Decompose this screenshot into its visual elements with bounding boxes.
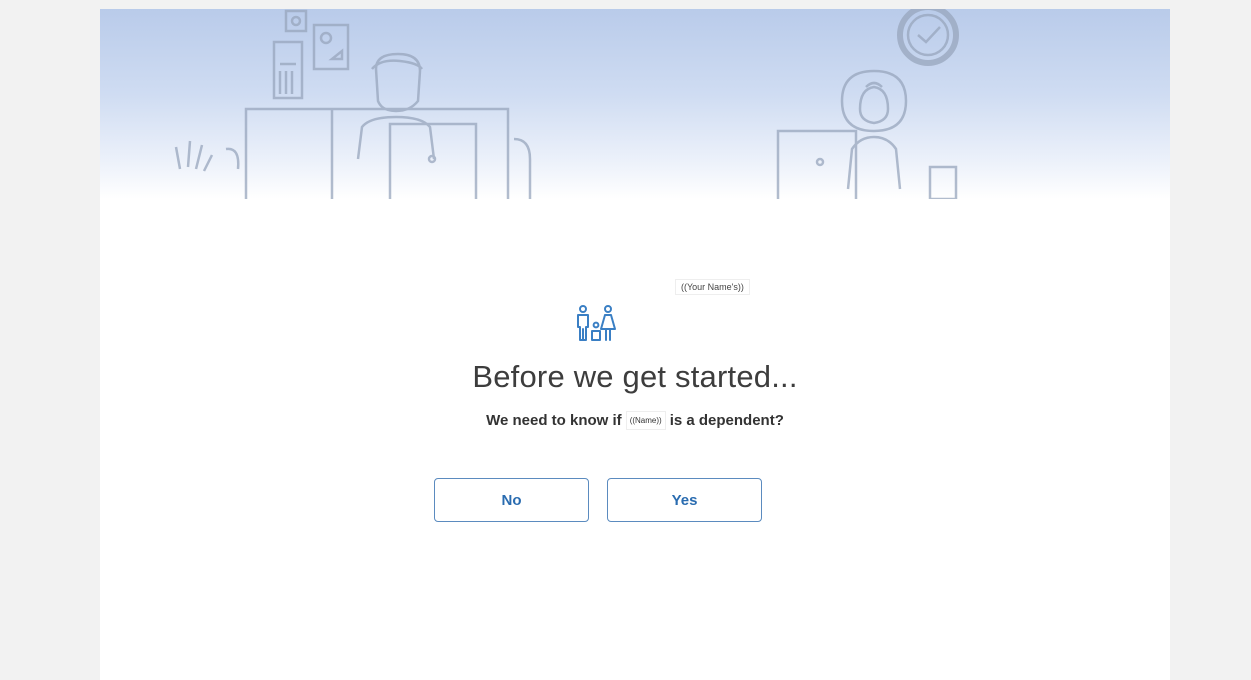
content-panel: ((Your Name's)) Before we get started...… [100, 9, 1170, 680]
your-name-placeholder-tag: ((Your Name's)) [675, 279, 750, 295]
page-title: Before we get started... [472, 359, 798, 394]
yes-button[interactable]: Yes [607, 478, 762, 522]
family-icon [577, 305, 616, 341]
hero-illustration [100, 9, 1170, 199]
page-frame: ((Your Name's)) Before we get started...… [6, 0, 1251, 680]
office-scene-illustration [174, 9, 959, 199]
name-placeholder-chip: ((Name)) [625, 411, 666, 430]
question-prefix: We need to know if [486, 412, 622, 429]
question-suffix: is a dependent? [669, 412, 784, 429]
dependent-question: We need to know if ((Name)) is a depende… [100, 411, 1170, 430]
no-button[interactable]: No [434, 478, 589, 522]
